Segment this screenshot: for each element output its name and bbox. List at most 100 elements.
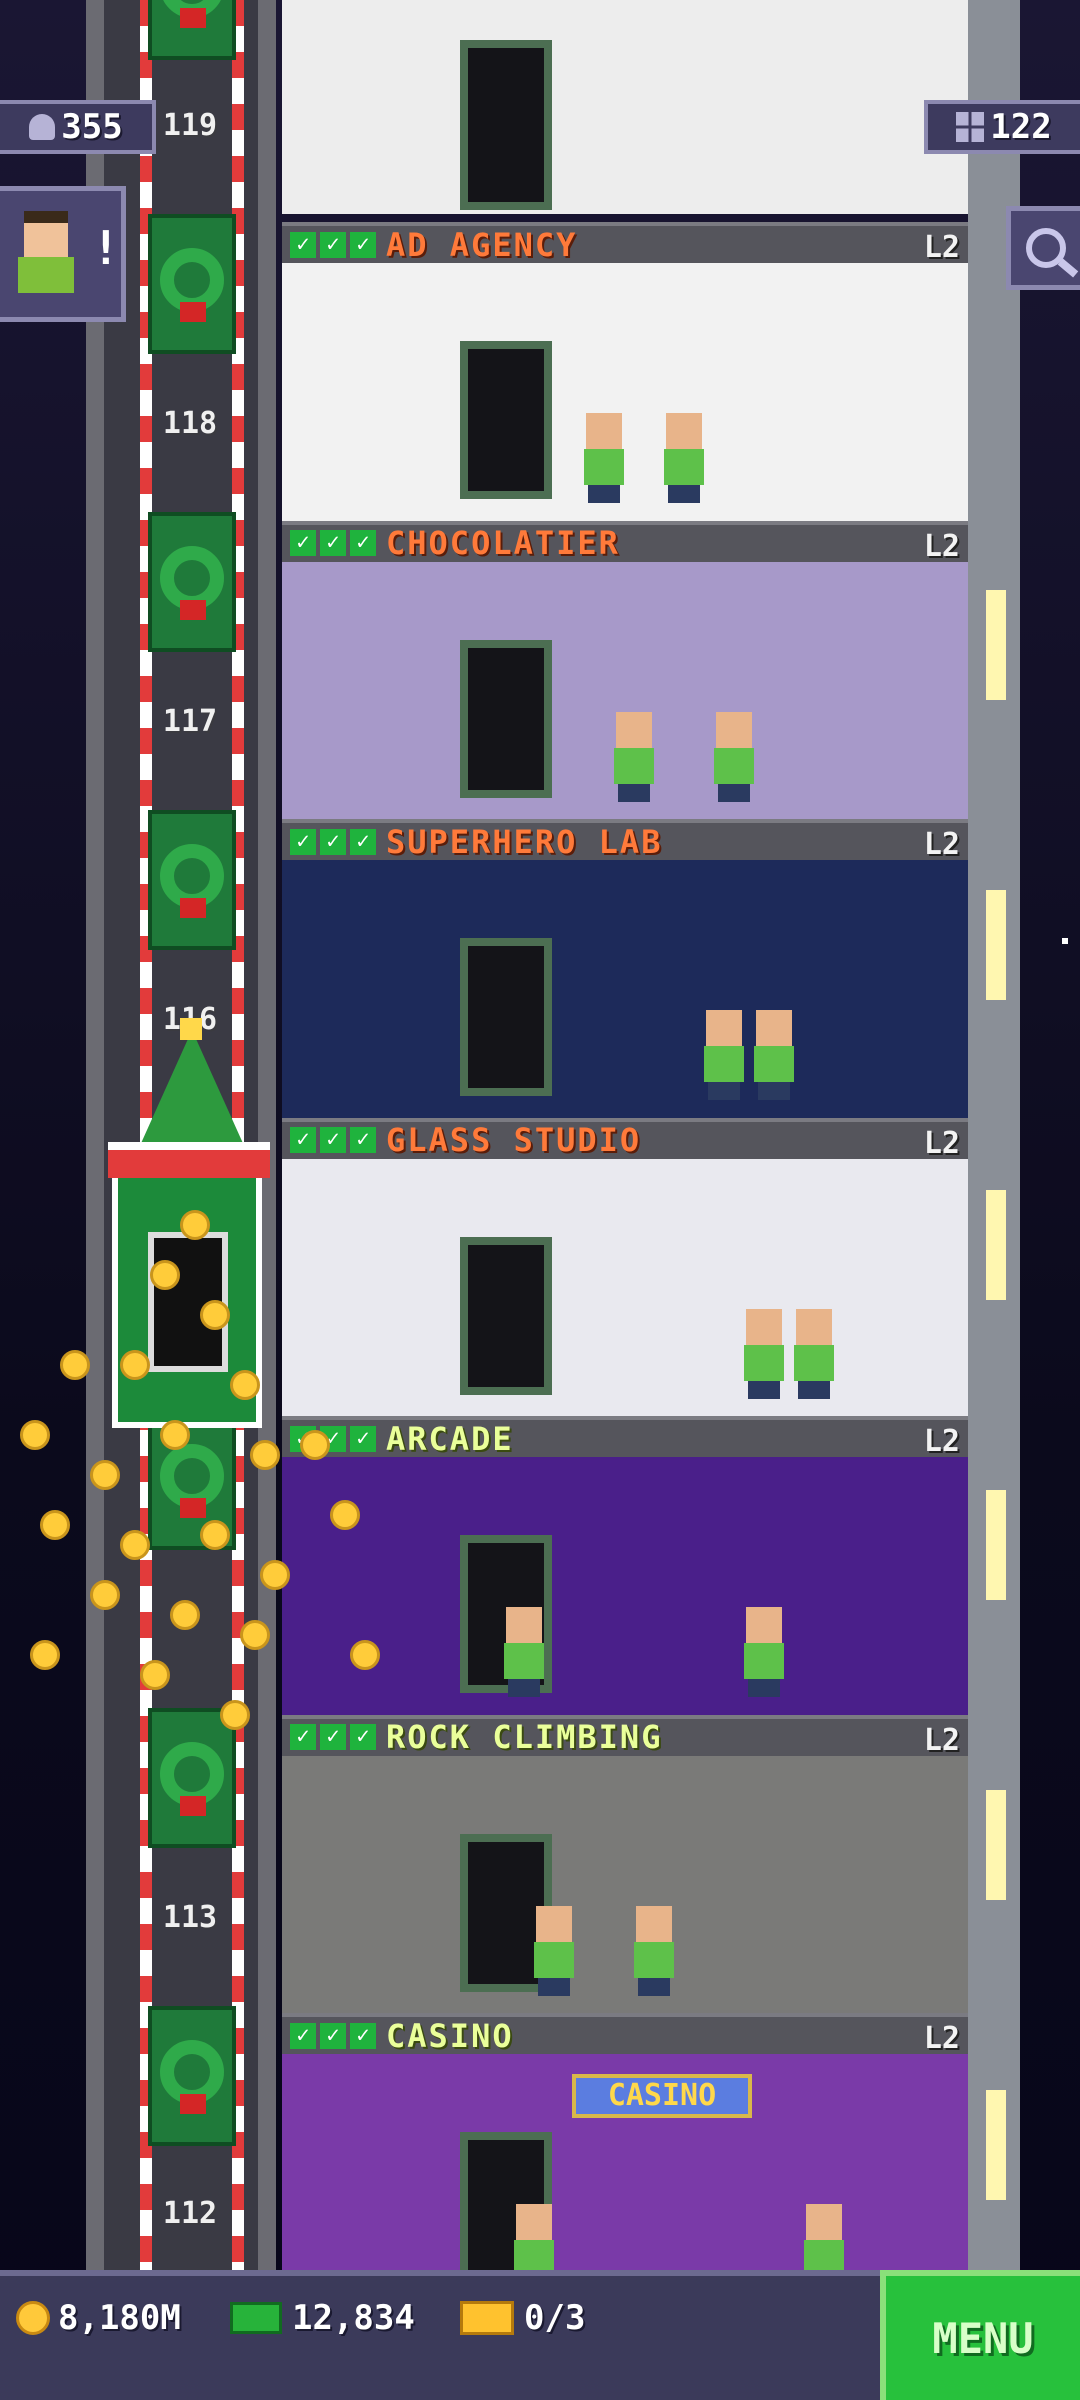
floor-name: AD AGENCY: [386, 225, 578, 264]
menu-label: MENU: [932, 2313, 1034, 2363]
check-icon: ✓: [290, 231, 316, 258]
floor-room: [282, 1755, 968, 2014]
check-icon: ✓: [320, 231, 346, 258]
coins-display[interactable]: 8,180M: [16, 2298, 181, 2338]
building-window: [986, 590, 1006, 700]
visitor-alert: !: [92, 221, 120, 275]
floor-door: [460, 40, 552, 210]
coin-particle: [230, 1370, 260, 1400]
bux-display[interactable]: 12,834: [230, 2298, 415, 2338]
floor-glass-studio[interactable]: ✓ ✓ ✓ GLASS STUDIO L2: [282, 1117, 968, 1417]
resident-sprite[interactable]: [502, 1607, 546, 1697]
resident-sprite[interactable]: [612, 711, 656, 802]
coin-particle: [300, 1430, 330, 1460]
tickets-display[interactable]: 0/3: [460, 2298, 585, 2338]
floor-name: ARCADE: [386, 1419, 514, 1458]
floor-chocolatier[interactable]: ✓ ✓ ✓ CHOCOLATIER L2: [282, 520, 968, 820]
coin-particle: [240, 1620, 270, 1650]
menu-button[interactable]: MENU: [880, 2270, 1080, 2400]
floor-ad-agency[interactable]: ✓ ✓ ✓ AD AGENCY L2: [282, 222, 968, 521]
resident-sprite[interactable]: [742, 1308, 786, 1399]
coin-particle: [350, 1640, 380, 1670]
coin-particle: [20, 1420, 50, 1450]
floor-room: [282, 263, 968, 521]
check-icon: ✓: [350, 1127, 376, 1153]
building-frame: [968, 0, 1020, 2270]
coin-particle: [200, 1300, 230, 1330]
coins-value: 8,180M: [58, 2298, 181, 2338]
completion-checks: ✓✓✓: [290, 530, 376, 556]
floor-name: SUPERHERO LAB: [386, 822, 663, 861]
coin-particle: [40, 1510, 70, 1540]
floor-superhero-lab[interactable]: ✓ ✓ ✓ SUPERHERO LAB L2: [282, 819, 968, 1118]
shaft-floor-number: 113: [162, 1900, 218, 1935]
visitor-button[interactable]: !: [0, 186, 126, 322]
bow-icon: [180, 1498, 206, 1518]
floor-arcade[interactable]: ✓✓✓ARCADEL2: [282, 1416, 968, 1715]
check-icon: ✓: [350, 2022, 376, 2049]
resident-sprite[interactable]: [532, 1905, 576, 1996]
coin-particle: [30, 1640, 60, 1670]
coin-particle: [250, 1440, 280, 1470]
coin-particle: [160, 1420, 190, 1450]
wreath-decoration: [148, 810, 236, 950]
check-icon: ✓: [320, 530, 346, 556]
star: [1062, 938, 1068, 944]
coin-particle: [180, 1210, 210, 1240]
bow-icon: [180, 898, 206, 918]
wreath-decoration: [148, 2006, 236, 2146]
resident-sprite[interactable]: [792, 1308, 836, 1399]
completion-checks: ✓✓✓: [290, 1724, 376, 1750]
floor-label: ✓ ✓ ✓ SUPERHERO LAB L2: [282, 819, 968, 862]
bow-icon: [180, 302, 206, 322]
elevator-roof: [108, 1142, 270, 1178]
floor-level: L2: [923, 1424, 960, 1459]
floor-label: ✓ ✓ ✓ ROCK CLIMBING L2: [282, 1714, 968, 1758]
floor-label: ✓ ✓ ✓ CHOCOLATIER L2: [282, 520, 968, 564]
person-icon: [29, 114, 56, 140]
resident-sprite[interactable]: [702, 1010, 746, 1100]
floor-room: [282, 860, 968, 1118]
coin-particle: [120, 1350, 150, 1380]
building-window: [986, 2090, 1006, 2200]
floor-casino[interactable]: ✓ ✓ ✓ CASINO L2 CASINO: [282, 2013, 968, 2312]
search-button[interactable]: [1006, 206, 1080, 290]
completion-checks: ✓✓✓: [290, 231, 376, 258]
check-icon: ✓: [350, 1724, 376, 1750]
building-window: [986, 1490, 1006, 1600]
coin-icon: [16, 2301, 50, 2335]
check-icon: ✓: [320, 1724, 346, 1750]
casino-sign: CASINO: [572, 2074, 752, 2118]
floor-level: L2: [923, 827, 960, 862]
resident-sprite[interactable]: [752, 1010, 796, 1100]
floor-count-badge[interactable]: 122: [924, 100, 1080, 154]
coin-particle: [170, 1600, 200, 1630]
coin-particle: [150, 1260, 180, 1290]
coin-particle: [90, 1460, 120, 1490]
visitor-avatar: [18, 211, 74, 301]
check-icon: ✓: [290, 530, 316, 556]
population-badge[interactable]: 355: [0, 100, 156, 154]
completion-checks: ✓✓✓: [290, 828, 376, 855]
shaft-floor-number: 117: [162, 704, 218, 739]
tree-star-icon: [180, 1018, 202, 1040]
resident-sprite[interactable]: [632, 1905, 676, 1996]
resident-sprite[interactable]: [712, 711, 756, 802]
resident-sprite[interactable]: [582, 413, 626, 503]
search-icon: [1025, 228, 1066, 268]
resident-sprite[interactable]: [662, 413, 706, 503]
floor-level: L2: [923, 2021, 960, 2056]
floor-rock-climbing[interactable]: ✓ ✓ ✓ ROCK CLIMBING L2: [282, 1714, 968, 2014]
check-icon: ✓: [350, 231, 376, 258]
floor-door: [460, 341, 552, 499]
floor-name: GLASS STUDIO: [386, 1121, 642, 1159]
check-icon: ✓: [290, 1127, 316, 1153]
resident-sprite[interactable]: [742, 1607, 786, 1697]
tickets-value: 0/3: [524, 2298, 586, 2338]
check-icon: ✓: [350, 828, 376, 855]
check-icon: ✓: [290, 1724, 316, 1750]
shaft-rail: [258, 0, 276, 2270]
floor-door: [460, 1236, 552, 1395]
ad-agency-room[interactable]: [282, 0, 968, 214]
floor-level: L2: [923, 230, 960, 265]
